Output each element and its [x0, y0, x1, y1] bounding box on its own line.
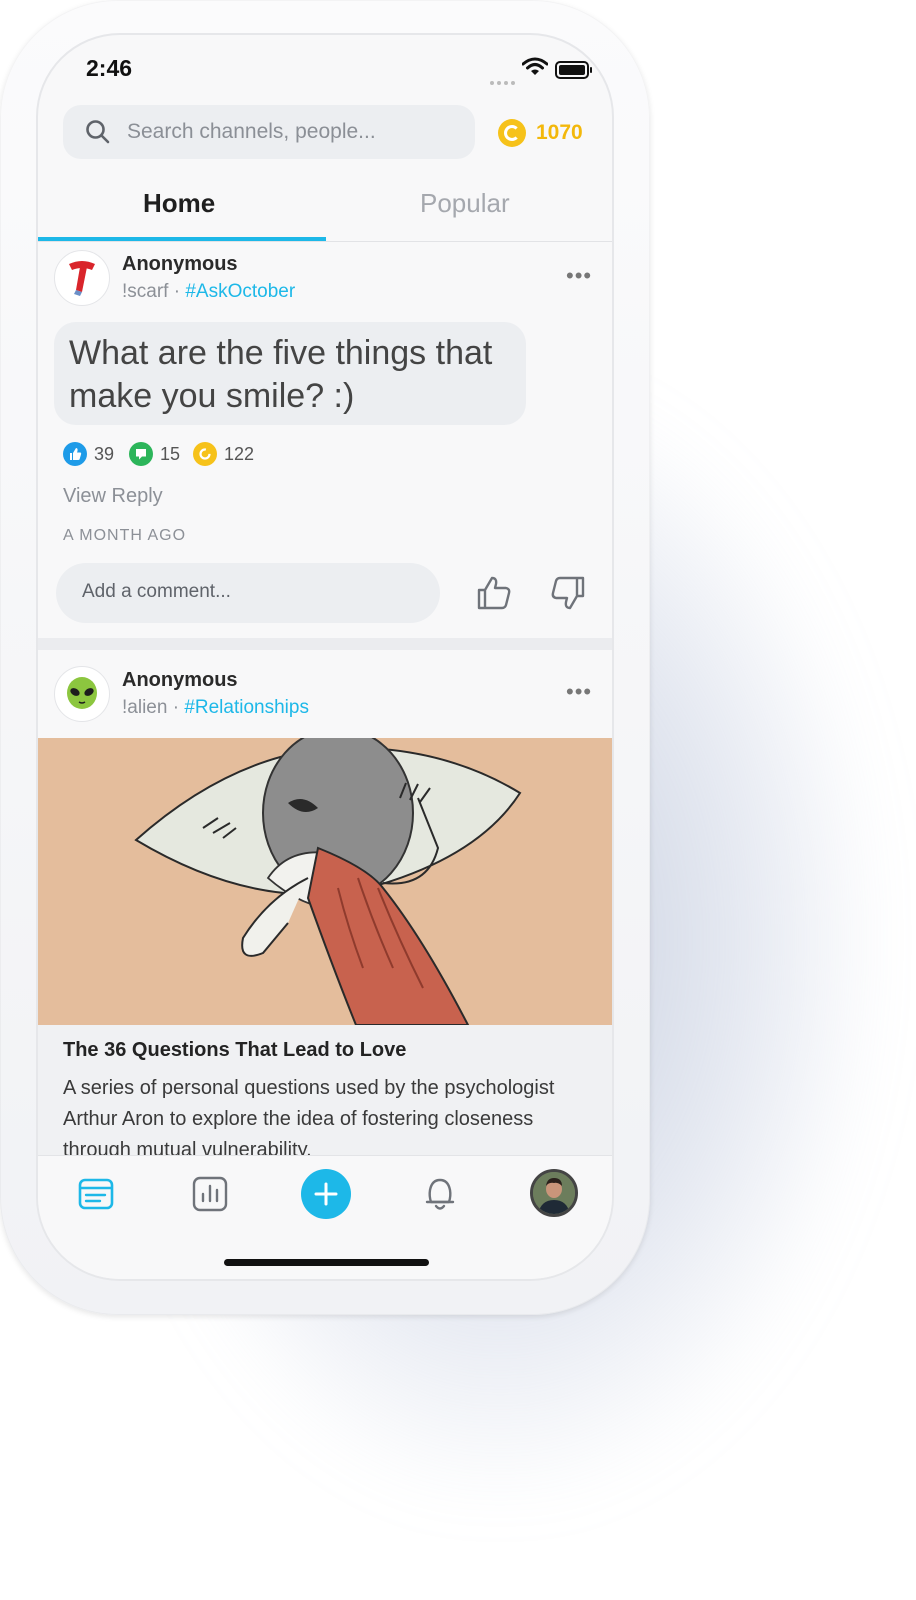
- tab-popular[interactable]: Popular: [420, 188, 510, 219]
- article-image[interactable]: [38, 738, 612, 1025]
- post-tag[interactable]: #AskOctober: [185, 281, 295, 302]
- alien-icon[interactable]: [54, 666, 110, 722]
- post-text: What are the five things that make you s…: [69, 334, 493, 415]
- likes-count: 39: [94, 443, 115, 464]
- comment-badge-icon: [129, 442, 153, 466]
- coin-count: 1070: [536, 121, 583, 144]
- search-icon: [85, 119, 111, 150]
- tab-home[interactable]: Home: [143, 188, 215, 219]
- thumbs-up-icon[interactable]: [474, 573, 514, 613]
- post-author[interactable]: Anonymous: [122, 253, 238, 276]
- plus-icon: [314, 1182, 338, 1206]
- coins-received: 122: [224, 443, 255, 464]
- post-timestamp: A MONTH AGO: [63, 527, 187, 544]
- battery-icon: [555, 61, 592, 79]
- article-description: A series of personal questions used by t…: [63, 1077, 555, 1161]
- more-options-icon[interactable]: •••: [566, 679, 592, 705]
- coin-icon: [498, 119, 526, 147]
- coin-balance[interactable]: 1070: [498, 119, 583, 147]
- coin-badge-icon: [193, 442, 217, 466]
- comment-placeholder: Add a comment...: [82, 581, 231, 602]
- article-preview[interactable]: The 36 Questions That Lead to Love A ser…: [38, 1025, 612, 1161]
- signal-icon: [490, 72, 518, 90]
- view-reply-link[interactable]: View Reply: [63, 485, 163, 508]
- stats-icon[interactable]: [192, 1176, 228, 1217]
- feed-icon[interactable]: [78, 1176, 114, 1217]
- app-screen: 2:46 Search channels, people... 1070 Hom…: [38, 35, 612, 1279]
- post-tag[interactable]: #Relationships: [184, 697, 309, 718]
- status-time: 2:46: [86, 55, 133, 81]
- search-bar[interactable]: Search channels, people...: [63, 105, 475, 159]
- wifi-icon: [521, 57, 549, 82]
- article-title: The 36 Questions That Lead to Love: [63, 1039, 407, 1061]
- search-input[interactable]: Search channels, people...: [127, 120, 376, 144]
- likes-stat[interactable]: 39: [63, 442, 114, 466]
- post-handle[interactable]: !alien: [122, 697, 167, 718]
- post-meta: !scarf · #AskOctober: [122, 281, 295, 303]
- more-options-icon[interactable]: •••: [566, 263, 592, 289]
- scarf-icon[interactable]: [54, 250, 110, 306]
- comments-stat[interactable]: 15: [129, 442, 180, 466]
- thumbs-down-icon[interactable]: [548, 573, 588, 613]
- feed-separator: [38, 638, 612, 650]
- post-question-bubble[interactable]: What are the five things that make you s…: [54, 322, 526, 425]
- meta-separator: ·: [168, 281, 186, 302]
- post-meta: !alien · #Relationships: [122, 697, 309, 719]
- post-handle[interactable]: !scarf: [122, 281, 168, 302]
- post-author[interactable]: Anonymous: [122, 669, 238, 692]
- create-post-button[interactable]: [301, 1169, 351, 1219]
- divider: [38, 241, 612, 242]
- phone-frame: 2:46 Search channels, people... 1070 Hom…: [0, 0, 650, 1315]
- like-badge-icon: [63, 442, 87, 466]
- home-indicator[interactable]: [224, 1259, 429, 1266]
- meta-separator: ·: [167, 697, 185, 718]
- coins-stat[interactable]: 122: [193, 442, 254, 466]
- comment-input[interactable]: Add a comment...: [56, 563, 440, 623]
- profile-avatar[interactable]: [530, 1169, 578, 1217]
- bell-icon[interactable]: [422, 1174, 458, 1219]
- comments-count: 15: [160, 443, 181, 464]
